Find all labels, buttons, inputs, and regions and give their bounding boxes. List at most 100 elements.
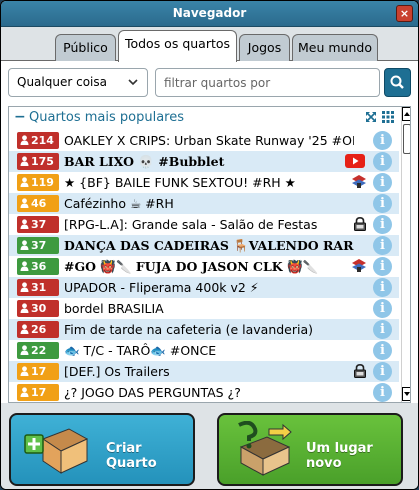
scrollbar[interactable] [401, 107, 411, 402]
room-info-button[interactable]: i [373, 173, 392, 192]
close-icon: × [399, 7, 410, 20]
create-room-label: Criar Quarto [106, 441, 157, 471]
scroll-up-icon[interactable] [402, 107, 411, 121]
room-name: bordel BRASILIA [64, 301, 164, 316]
user-count-badge: 37 [17, 216, 59, 233]
room-name: 🐟 T/C - TARÔ🐟 #ONCE [64, 343, 217, 358]
user-icon [20, 176, 31, 189]
scroll-down-icon[interactable] [402, 387, 411, 401]
room-row[interactable]: 36 #GO 👹🔪 FUJA DO JASON CLK 👹🔪 i [9, 256, 399, 277]
user-count: 31 [31, 281, 47, 294]
room-info-button[interactable]: i [373, 215, 392, 234]
group-icon [351, 259, 367, 273]
user-count-badge: 17 [17, 384, 59, 401]
user-count: 26 [31, 323, 47, 336]
user-count-badge: 119 [17, 174, 59, 191]
user-icon [20, 344, 31, 357]
user-count-badge: 214 [17, 132, 59, 149]
expand-icon[interactable] [365, 111, 377, 123]
room-row[interactable]: 175 BAR LIXO 💀 #Bubblet i [9, 151, 399, 172]
user-count-badge: 37 [17, 237, 59, 254]
user-count: 46 [31, 197, 47, 210]
user-icon [20, 134, 31, 147]
room-info-button[interactable]: i [373, 152, 392, 171]
user-count: 30 [31, 302, 47, 315]
create-room-button[interactable]: Criar Quarto [9, 413, 195, 486]
user-count: 17 [31, 365, 47, 378]
room-row[interactable]: 37 [RPG-L.A]: Grande sala - Salão de Fest… [9, 214, 399, 235]
room-info-button[interactable]: i [373, 257, 392, 276]
room-row[interactable]: 46 Cafézinho ☕ #RH i [9, 193, 399, 214]
user-icon [20, 155, 31, 168]
user-icon [20, 260, 31, 273]
room-row[interactable]: 30 bordel BRASILIA i [9, 298, 399, 319]
room-row[interactable]: 17 ¿? JOGO DAS PERGUNTAS ¿? i [9, 382, 399, 402]
user-count: 175 [31, 155, 54, 168]
tab-jogos[interactable]: Jogos [239, 34, 290, 61]
room-list-panel: − Quartos mais populares 214 OAKLEY X CRI… [8, 106, 411, 403]
room-info-button[interactable]: i [373, 362, 392, 381]
room-info-button[interactable]: i [373, 131, 392, 150]
search-icon [390, 75, 404, 89]
room-row[interactable]: 31 UPADOR - Fliperama 400k v2 ⚡ i [9, 277, 399, 298]
room-info-button[interactable]: i [373, 299, 392, 318]
tab-meu-mundo[interactable]: Meu mundo [292, 34, 378, 61]
room-list: 214 OAKLEY X CRIPS: Urban Skate Runway '2… [9, 130, 399, 402]
room-info-button[interactable]: i [373, 278, 392, 297]
user-icon [20, 323, 31, 336]
filter-type-select[interactable]: Qualquer coisa [8, 68, 148, 97]
random-room-label: Um lugar novo [306, 441, 373, 471]
user-icon [20, 239, 31, 252]
user-icon [20, 386, 31, 399]
user-icon [20, 197, 31, 210]
user-count-badge: 17 [17, 363, 59, 380]
room-info-button[interactable]: i [373, 383, 392, 402]
room-row[interactable]: 17 [DEF.] Os Trailers i [9, 361, 399, 382]
user-count-badge: 31 [17, 279, 59, 296]
user-count: 22 [31, 344, 47, 357]
collapse-icon[interactable]: − [14, 109, 26, 125]
room-name: [RPG-L.A]: Grande sala - Salão de Festas [64, 217, 318, 232]
user-icon [20, 302, 31, 315]
search-button[interactable] [384, 68, 411, 97]
room-row[interactable]: 214 OAKLEY X CRIPS: Urban Skate Runway '2… [9, 130, 399, 151]
user-count: 17 [31, 386, 47, 399]
user-count: 214 [31, 134, 54, 147]
group-icon [351, 175, 367, 189]
user-icon [20, 281, 31, 294]
random-room-button[interactable]: Um lugar novo [217, 413, 403, 486]
tab-todos-os-quartos[interactable]: Todos os quartos [118, 30, 237, 62]
action-bar: Criar Quarto Um lugar novo [1, 403, 418, 489]
scroll-thumb[interactable] [403, 124, 410, 154]
room-row[interactable]: 119 ★ {BF} BAILE FUNK SEXTOU! #RH ★ i [9, 172, 399, 193]
room-name: [DEF.] Os Trailers [64, 364, 170, 379]
user-count: 119 [31, 176, 54, 189]
main-content: Qualquer coisa − Quartos mais populares [1, 61, 418, 403]
room-name: #GO 👹🔪 FUJA DO JASON CLK 👹🔪 [64, 259, 319, 274]
grid-view-icon[interactable] [382, 111, 394, 123]
tab-publico[interactable]: Público [55, 34, 116, 61]
room-info-button[interactable]: i [373, 320, 392, 339]
user-count-badge: 175 [17, 153, 59, 170]
room-row[interactable]: 37 DANÇA DAS CADEIRAS 🪑VALENDO RARO i [9, 235, 399, 256]
room-name: BAR LIXO 💀 #Bubblet [64, 154, 225, 169]
room-info-button[interactable]: i [373, 236, 392, 255]
room-info-button[interactable]: i [373, 341, 392, 360]
room-name: Cafézinho ☕ #RH [64, 196, 174, 211]
title-bar[interactable]: Navegador × [1, 1, 418, 27]
user-count-badge: 22 [17, 342, 59, 359]
filter-row: Qualquer coisa [8, 68, 411, 98]
user-count-badge: 30 [17, 300, 59, 317]
room-row[interactable]: 26 Fim de tarde na cafeteria (e lavanderi… [9, 319, 399, 340]
room-name: Fim de tarde na cafeteria (e lavanderia) [64, 322, 314, 337]
room-row[interactable]: 22 🐟 T/C - TARÔ🐟 #ONCE i [9, 340, 399, 361]
close-button[interactable]: × [396, 5, 413, 22]
room-name: ¿? JOGO DAS PERGUNTAS ¿? [64, 385, 241, 400]
random-room-icon [238, 421, 292, 476]
section-header[interactable]: − Quartos mais populares [9, 107, 399, 129]
room-filter-input[interactable] [155, 68, 380, 97]
room-name: ★ {BF} BAILE FUNK SEXTOU! #RH ★ [64, 175, 296, 190]
room-info-button[interactable]: i [373, 194, 392, 213]
tab-bar: Público Todos os quartos Jogos Meu mundo [1, 28, 418, 62]
user-icon [20, 365, 31, 378]
